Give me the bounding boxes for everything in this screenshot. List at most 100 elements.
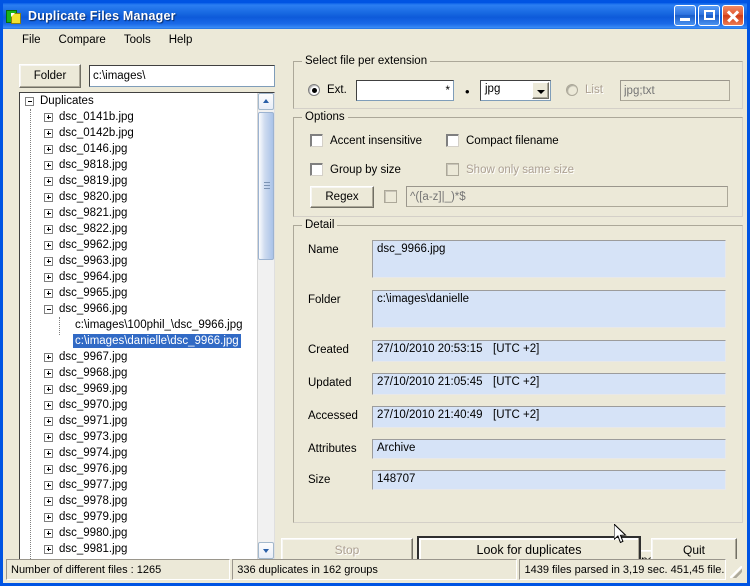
- tree-item[interactable]: dsc_9970.jpg: [20, 397, 258, 413]
- expand-icon[interactable]: [44, 368, 53, 378]
- expand-icon[interactable]: [44, 208, 53, 218]
- tree-root-duplicates[interactable]: Duplicates: [20, 93, 258, 109]
- folder-path-input[interactable]: [89, 65, 275, 87]
- tree-item[interactable]: dsc_9968.jpg: [20, 365, 258, 381]
- tree-item[interactable]: dsc_9963.jpg: [20, 253, 258, 269]
- expand-icon[interactable]: [44, 400, 53, 410]
- tree-item[interactable]: dsc_9978.jpg: [20, 493, 258, 509]
- extension-group-title: Select file per extension: [302, 55, 431, 67]
- tree-item[interactable]: dsc_9965.jpg: [20, 285, 258, 301]
- group-by-size-checkbox[interactable]: [310, 163, 323, 176]
- tree-item[interactable]: dsc_9964.jpg: [20, 269, 258, 285]
- tree-item[interactable]: dsc_0142b.jpg: [20, 125, 258, 141]
- tree-item-label: dsc_0142b.jpg: [59, 127, 134, 139]
- tree-item-label: dsc_9962.jpg: [59, 239, 128, 251]
- tree-item[interactable]: dsc_9818.jpg: [20, 157, 258, 173]
- regex-checkbox[interactable]: [384, 190, 397, 203]
- tree-item[interactable]: dsc_9821.jpg: [20, 205, 258, 221]
- expand-icon[interactable]: [44, 480, 53, 490]
- tree-item[interactable]: dsc_9971.jpg: [20, 413, 258, 429]
- tree-item-label: dsc_9980.jpg: [59, 527, 128, 539]
- expand-icon[interactable]: [44, 544, 53, 554]
- resize-grip-icon[interactable]: [728, 559, 744, 580]
- tree-item[interactable]: dsc_9820.jpg: [20, 189, 258, 205]
- expand-icon[interactable]: [44, 224, 53, 234]
- expand-icon[interactable]: [44, 272, 53, 282]
- scroll-down-arrow-icon[interactable]: [258, 542, 274, 559]
- expand-icon[interactable]: [44, 464, 53, 474]
- regex-button[interactable]: Regex: [310, 186, 374, 208]
- scroll-up-arrow-icon[interactable]: [258, 93, 274, 110]
- expand-icon[interactable]: [44, 256, 53, 266]
- tree-item[interactable]: dsc_0141b.jpg: [20, 109, 258, 125]
- tree-item[interactable]: dsc_9819.jpg: [20, 173, 258, 189]
- tree-child-item[interactable]: c:\images\100phil_\dsc_9966.jpg: [20, 317, 258, 333]
- list-input[interactable]: [620, 80, 730, 101]
- tree-vertical-scrollbar[interactable]: [257, 93, 274, 559]
- accent-insensitive-checkbox[interactable]: [310, 134, 323, 147]
- expand-icon[interactable]: [44, 528, 53, 538]
- expand-icon[interactable]: [44, 512, 53, 522]
- menu-help[interactable]: Help: [160, 31, 202, 49]
- tree-item[interactable]: dsc_9981.jpg: [20, 541, 258, 557]
- chevron-down-icon[interactable]: [532, 82, 549, 99]
- tree-item-label: dsc_0141b.jpg: [59, 111, 134, 123]
- tree-item-label: dsc_9977.jpg: [59, 479, 128, 491]
- expand-icon[interactable]: [44, 192, 53, 202]
- menu-file[interactable]: File: [13, 31, 50, 49]
- expand-icon[interactable]: [44, 112, 53, 122]
- ext-input[interactable]: [356, 80, 454, 101]
- extension-group: Select file per extension Ext. • jpg Lis…: [293, 55, 743, 109]
- menu-compare[interactable]: Compare: [50, 31, 115, 49]
- accent-insensitive-label: Accent insensitive: [330, 135, 423, 147]
- detail-name-value: dsc_9966.jpg: [372, 240, 726, 278]
- expand-icon[interactable]: [44, 288, 53, 298]
- expand-icon[interactable]: [44, 160, 53, 170]
- tree-item[interactable]: dsc_9974.jpg: [20, 445, 258, 461]
- regex-input[interactable]: [406, 186, 728, 207]
- ext-radio[interactable]: [308, 84, 320, 96]
- maximize-button[interactable]: [698, 5, 720, 26]
- list-radio[interactable]: [566, 84, 578, 96]
- extension-combo[interactable]: jpg: [480, 80, 551, 101]
- tree-item[interactable]: dsc_9962.jpg: [20, 237, 258, 253]
- tree-item-label: dsc_9978.jpg: [59, 495, 128, 507]
- status-duplicates: 336 duplicates in 162 groups: [232, 559, 518, 580]
- menu-tools[interactable]: Tools: [115, 31, 160, 49]
- tree-item-expanded[interactable]: dsc_9966.jpg: [20, 301, 258, 335]
- tree-item[interactable]: dsc_9967.jpg: [20, 349, 258, 365]
- group-by-size-label: Group by size: [330, 164, 401, 176]
- tree-item-label: dsc_9970.jpg: [59, 399, 128, 411]
- expand-icon[interactable]: [44, 128, 53, 138]
- tree-item[interactable]: dsc_9979.jpg: [20, 509, 258, 525]
- expand-icon[interactable]: [44, 144, 53, 154]
- show-only-same-size-checkbox[interactable]: [446, 163, 459, 176]
- compact-filename-checkbox[interactable]: [446, 134, 459, 147]
- expand-icon[interactable]: [44, 432, 53, 442]
- tree-child-item-selected[interactable]: c:\images\danielle\dsc_9966.jpg: [20, 333, 258, 349]
- expand-icon[interactable]: [44, 416, 53, 426]
- tree-item[interactable]: dsc_9822.jpg: [20, 221, 258, 237]
- detail-size-label: Size: [308, 474, 331, 486]
- tree-item[interactable]: dsc_9977.jpg: [20, 477, 258, 493]
- tree-item[interactable]: dsc_9969.jpg: [20, 381, 258, 397]
- close-button[interactable]: [722, 5, 744, 26]
- tree-item[interactable]: dsc_9976.jpg: [20, 461, 258, 477]
- detail-accessed-utc: [UTC +2]: [493, 409, 540, 421]
- expand-icon[interactable]: [44, 448, 53, 458]
- scrollbar-thumb[interactable]: [258, 112, 274, 260]
- collapse-icon[interactable]: [44, 304, 53, 314]
- tree-item[interactable]: dsc_0146.jpg: [20, 141, 258, 157]
- folder-button[interactable]: Folder: [19, 64, 81, 88]
- duplicates-tree[interactable]: Duplicates dsc_0141b.jpg dsc_0142b.jpg d…: [19, 92, 275, 560]
- tree-item[interactable]: dsc_9973.jpg: [20, 429, 258, 445]
- ext-radio-label: Ext.: [327, 84, 347, 96]
- tree-item[interactable]: dsc_9980.jpg: [20, 525, 258, 541]
- expand-icon[interactable]: [44, 496, 53, 506]
- expand-icon[interactable]: [44, 176, 53, 186]
- expand-icon[interactable]: [44, 384, 53, 394]
- minimize-button[interactable]: [674, 5, 696, 26]
- expand-icon[interactable]: [44, 240, 53, 250]
- collapse-icon[interactable]: [25, 96, 34, 106]
- expand-icon[interactable]: [44, 352, 53, 362]
